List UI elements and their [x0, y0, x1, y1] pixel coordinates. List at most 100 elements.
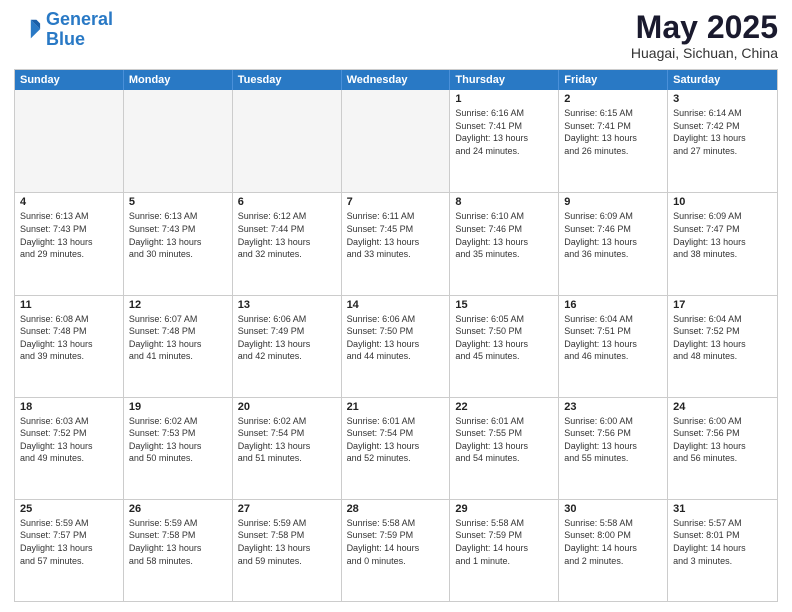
- day-number: 29: [455, 503, 553, 515]
- day-number: 26: [129, 503, 227, 515]
- day-info: Sunrise: 6:04 AM Sunset: 7:52 PM Dayligh…: [673, 313, 772, 363]
- calendar-cell: [233, 90, 342, 192]
- day-info: Sunrise: 6:13 AM Sunset: 7:43 PM Dayligh…: [129, 210, 227, 260]
- calendar-cell: 23 Sunrise: 6:00 AM Sunset: 7:56 PM Dayli…: [559, 398, 668, 499]
- day-info: Sunrise: 6:08 AM Sunset: 7:48 PM Dayligh…: [20, 313, 118, 363]
- day-info: Sunrise: 6:06 AM Sunset: 7:49 PM Dayligh…: [238, 313, 336, 363]
- day-info: Sunrise: 6:00 AM Sunset: 7:56 PM Dayligh…: [564, 415, 662, 465]
- calendar-cell: [15, 90, 124, 192]
- day-info: Sunrise: 6:14 AM Sunset: 7:42 PM Dayligh…: [673, 107, 772, 157]
- calendar-cell: 2 Sunrise: 6:15 AM Sunset: 7:41 PM Daylig…: [559, 90, 668, 192]
- day-number: 17: [673, 299, 772, 311]
- day-number: 2: [564, 93, 662, 105]
- logo: General Blue: [14, 10, 113, 50]
- day-number: 31: [673, 503, 772, 515]
- day-info: Sunrise: 5:59 AM Sunset: 7:58 PM Dayligh…: [129, 517, 227, 567]
- day-number: 6: [238, 196, 336, 208]
- month-title: May 2025: [631, 10, 778, 45]
- calendar-cell: 4Sunrise: 6:13 AM Sunset: 7:43 PM Daylig…: [15, 193, 124, 294]
- day-number: 18: [20, 401, 118, 413]
- calendar-cell: 26 Sunrise: 5:59 AM Sunset: 7:58 PM Dayli…: [124, 500, 233, 601]
- calendar-cell: 6 Sunrise: 6:12 AM Sunset: 7:44 PM Daylig…: [233, 193, 342, 294]
- day-number: 10: [673, 196, 772, 208]
- calendar-cell: 27Sunrise: 5:59 AM Sunset: 7:58 PM Dayli…: [233, 500, 342, 601]
- weekday-header: Thursday: [450, 70, 559, 90]
- calendar-cell: 24 Sunrise: 6:00 AM Sunset: 7:56 PM Dayli…: [668, 398, 777, 499]
- day-info: Sunrise: 6:06 AM Sunset: 7:50 PM Dayligh…: [347, 313, 445, 363]
- calendar-cell: 11 Sunrise: 6:08 AM Sunset: 7:48 PM Dayli…: [15, 296, 124, 397]
- calendar-cell: 30Sunrise: 5:58 AM Sunset: 8:00 PM Dayli…: [559, 500, 668, 601]
- weekday-header: Monday: [124, 70, 233, 90]
- calendar-row: 11 Sunrise: 6:08 AM Sunset: 7:48 PM Dayli…: [15, 295, 777, 397]
- day-number: 21: [347, 401, 445, 413]
- calendar-cell: 8 Sunrise: 6:10 AM Sunset: 7:46 PM Daylig…: [450, 193, 559, 294]
- calendar-row: 18 Sunrise: 6:03 AM Sunset: 7:52 PM Dayli…: [15, 397, 777, 499]
- day-info: Sunrise: 6:07 AM Sunset: 7:48 PM Dayligh…: [129, 313, 227, 363]
- calendar-cell: 10 Sunrise: 6:09 AM Sunset: 7:47 PM Dayli…: [668, 193, 777, 294]
- day-number: 30: [564, 503, 662, 515]
- day-info: Sunrise: 6:10 AM Sunset: 7:46 PM Dayligh…: [455, 210, 553, 260]
- day-info: Sunrise: 5:59 AM Sunset: 7:58 PM Dayligh…: [238, 517, 336, 567]
- day-number: 1: [455, 93, 553, 105]
- calendar-cell: [342, 90, 451, 192]
- calendar-cell: 3 Sunrise: 6:14 AM Sunset: 7:42 PM Daylig…: [668, 90, 777, 192]
- calendar-row: 25 Sunrise: 5:59 AM Sunset: 7:57 PM Dayli…: [15, 499, 777, 601]
- day-info: Sunrise: 6:02 AM Sunset: 7:53 PM Dayligh…: [129, 415, 227, 465]
- day-info: Sunrise: 6:00 AM Sunset: 7:56 PM Dayligh…: [673, 415, 772, 465]
- calendar-cell: [124, 90, 233, 192]
- day-info: Sunrise: 5:58 AM Sunset: 7:59 PM Dayligh…: [347, 517, 445, 567]
- day-info: Sunrise: 6:01 AM Sunset: 7:54 PM Dayligh…: [347, 415, 445, 465]
- weekday-header: Wednesday: [342, 70, 451, 90]
- day-number: 3: [673, 93, 772, 105]
- day-info: Sunrise: 6:01 AM Sunset: 7:55 PM Dayligh…: [455, 415, 553, 465]
- day-info: Sunrise: 6:11 AM Sunset: 7:45 PM Dayligh…: [347, 210, 445, 260]
- day-number: 19: [129, 401, 227, 413]
- day-info: Sunrise: 6:09 AM Sunset: 7:47 PM Dayligh…: [673, 210, 772, 260]
- calendar-cell: 28Sunrise: 5:58 AM Sunset: 7:59 PM Dayli…: [342, 500, 451, 601]
- day-info: Sunrise: 6:03 AM Sunset: 7:52 PM Dayligh…: [20, 415, 118, 465]
- day-info: Sunrise: 5:59 AM Sunset: 7:57 PM Dayligh…: [20, 517, 118, 567]
- calendar-cell: 29 Sunrise: 5:58 AM Sunset: 7:59 PM Dayli…: [450, 500, 559, 601]
- calendar-row: 1 Sunrise: 6:16 AM Sunset: 7:41 PM Daylig…: [15, 90, 777, 192]
- day-info: Sunrise: 6:16 AM Sunset: 7:41 PM Dayligh…: [455, 107, 553, 157]
- logo-text: General Blue: [46, 10, 113, 50]
- calendar-cell: 7 Sunrise: 6:11 AM Sunset: 7:45 PM Daylig…: [342, 193, 451, 294]
- day-number: 7: [347, 196, 445, 208]
- calendar-cell: 19 Sunrise: 6:02 AM Sunset: 7:53 PM Dayli…: [124, 398, 233, 499]
- calendar-cell: 13 Sunrise: 6:06 AM Sunset: 7:49 PM Dayli…: [233, 296, 342, 397]
- calendar-cell: 9Sunrise: 6:09 AM Sunset: 7:46 PM Daylig…: [559, 193, 668, 294]
- day-number: 5: [129, 196, 227, 208]
- day-info: Sunrise: 6:05 AM Sunset: 7:50 PM Dayligh…: [455, 313, 553, 363]
- calendar-cell: 14Sunrise: 6:06 AM Sunset: 7:50 PM Dayli…: [342, 296, 451, 397]
- day-number: 11: [20, 299, 118, 311]
- calendar-header: SundayMondayTuesdayWednesdayThursdayFrid…: [15, 70, 777, 90]
- logo-icon: [14, 16, 42, 44]
- day-info: Sunrise: 6:12 AM Sunset: 7:44 PM Dayligh…: [238, 210, 336, 260]
- calendar-cell: 31 Sunrise: 5:57 AM Sunset: 8:01 PM Dayli…: [668, 500, 777, 601]
- calendar-cell: 17 Sunrise: 6:04 AM Sunset: 7:52 PM Dayli…: [668, 296, 777, 397]
- day-info: Sunrise: 6:15 AM Sunset: 7:41 PM Dayligh…: [564, 107, 662, 157]
- day-info: Sunrise: 5:58 AM Sunset: 7:59 PM Dayligh…: [455, 517, 553, 567]
- day-info: Sunrise: 6:09 AM Sunset: 7:46 PM Dayligh…: [564, 210, 662, 260]
- calendar-row: 4 Sunrise: 6:13 AM Sunset: 7:43 PM Daylig…: [15, 192, 777, 294]
- day-number: 23: [564, 401, 662, 413]
- weekday-header: Saturday: [668, 70, 777, 90]
- day-number: 4: [20, 196, 118, 208]
- header: General Blue May 2025 Huagai, Sichuan, C…: [14, 10, 778, 61]
- weekday-header: Sunday: [15, 70, 124, 90]
- calendar-cell: 22 Sunrise: 6:01 AM Sunset: 7:55 PM Dayli…: [450, 398, 559, 499]
- day-number: 25: [20, 503, 118, 515]
- logo-general: General: [46, 9, 113, 29]
- day-number: 22: [455, 401, 553, 413]
- day-number: 20: [238, 401, 336, 413]
- title-block: May 2025 Huagai, Sichuan, China: [631, 10, 778, 61]
- day-number: 24: [673, 401, 772, 413]
- day-number: 13: [238, 299, 336, 311]
- day-info: Sunrise: 5:57 AM Sunset: 8:01 PM Dayligh…: [673, 517, 772, 567]
- day-number: 16: [564, 299, 662, 311]
- day-info: Sunrise: 6:04 AM Sunset: 7:51 PM Dayligh…: [564, 313, 662, 363]
- day-number: 8: [455, 196, 553, 208]
- calendar-body: 1 Sunrise: 6:16 AM Sunset: 7:41 PM Daylig…: [15, 90, 777, 601]
- day-info: Sunrise: 6:02 AM Sunset: 7:54 PM Dayligh…: [238, 415, 336, 465]
- weekday-header: Friday: [559, 70, 668, 90]
